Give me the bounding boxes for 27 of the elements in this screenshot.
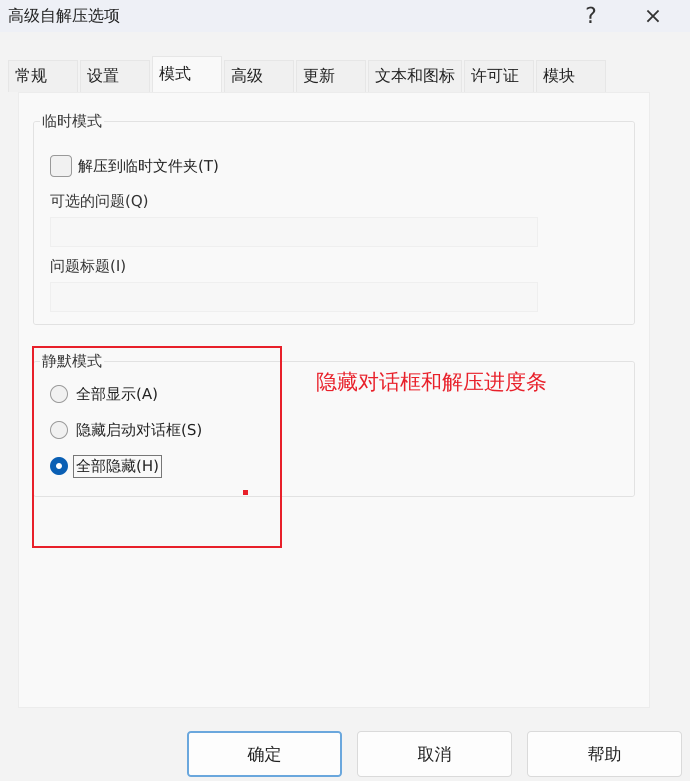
tab[interactable]: 许可证 <box>464 60 534 92</box>
radio-label: 全部隐藏(H) <box>74 456 161 476</box>
group-title: 临时模式 <box>40 112 104 131</box>
tab[interactable]: 常规 <box>8 60 78 92</box>
annotation-text: 隐藏对话框和解压进度条 <box>316 369 547 396</box>
tab[interactable]: 模块 <box>536 60 606 92</box>
tab[interactable]: 模式 <box>152 56 222 92</box>
checkbox-label: 解压到临时文件夹(T) <box>78 156 219 176</box>
dialog-button[interactable]: 帮助 <box>527 731 682 777</box>
radio-button[interactable] <box>50 457 68 475</box>
tab[interactable]: 高级 <box>224 60 294 92</box>
help-button[interactable]: ? <box>566 0 616 32</box>
field-label: 可选的问题(Q) <box>50 192 150 211</box>
dialog-button[interactable]: 取消 <box>357 731 512 777</box>
tab[interactable]: 文本和图标 <box>368 60 462 92</box>
radio-button[interactable] <box>50 421 68 439</box>
dialog-button[interactable]: 确定 <box>187 731 342 777</box>
checkbox[interactable] <box>50 155 72 177</box>
radio-button[interactable] <box>50 385 68 403</box>
tab[interactable]: 设置 <box>80 60 150 92</box>
radio-label: 隐藏启动对话框(S) <box>75 420 204 440</box>
window-title: 高级自解压选项 <box>8 6 121 26</box>
close-button[interactable]: × <box>628 0 678 32</box>
tab[interactable]: 更新 <box>296 60 366 92</box>
group-title: 静默模式 <box>40 352 104 371</box>
field-label: 问题标题(I) <box>50 257 128 276</box>
radio-label: 全部显示(A) <box>75 384 159 404</box>
